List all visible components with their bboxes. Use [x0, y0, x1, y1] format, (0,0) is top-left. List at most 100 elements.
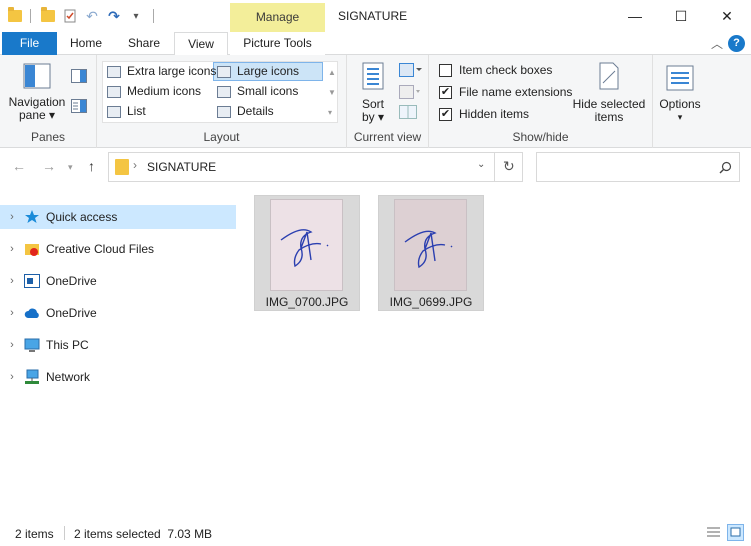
window-title: SIGNATURE: [338, 9, 408, 23]
details-view-icon[interactable]: [705, 524, 722, 541]
details-icon: [217, 105, 231, 118]
image-thumbnail: [395, 200, 466, 290]
list-icon: [107, 105, 121, 118]
signature-scribble-icon: [280, 229, 329, 268]
layout-details[interactable]: Details: [217, 102, 274, 121]
redo-icon[interactable]: ↷: [105, 7, 123, 25]
preview-pane-icon[interactable]: [71, 69, 87, 83]
chevron-right-icon[interactable]: ›: [0, 243, 24, 255]
gallery-scroll-controls[interactable]: ▲ ▼ ▾: [328, 63, 336, 123]
recent-locations-chevron-icon[interactable]: ▾: [68, 162, 73, 173]
maximize-button[interactable]: ☐: [658, 0, 704, 32]
status-selection: 2 items selected 7.03 MB: [74, 527, 213, 541]
file-name-extensions-checkbox[interactable]: ✔ File name extensions: [439, 83, 572, 101]
computer-icon: [24, 337, 40, 353]
current-view-group-label: Current view: [353, 130, 422, 144]
help-icon[interactable]: ?: [728, 35, 745, 52]
options-icon: [666, 65, 694, 91]
large-icons-view-icon[interactable]: [727, 524, 744, 541]
small-icons-icon: [217, 85, 231, 98]
checkbox-empty: [439, 63, 452, 77]
address-separator-icon: ›: [133, 158, 137, 172]
sort-by-button[interactable]: Sort by ▾: [353, 61, 393, 124]
nav-item-network[interactable]: › Network: [0, 365, 236, 389]
navigation-pane-button[interactable]: Navigation pane ▾: [6, 63, 68, 122]
ribbon-tabs: File Home Share View Picture Tools: [0, 32, 751, 56]
star-icon: [24, 209, 40, 225]
layout-list[interactable]: List: [107, 102, 146, 121]
manage-context-tab[interactable]: Manage: [230, 3, 325, 32]
size-columns-icon: [399, 105, 417, 119]
chevron-right-icon[interactable]: ›: [0, 275, 24, 287]
navigation-pane: › Quick access › Creative Cloud Files › …: [0, 200, 240, 510]
up-arrow-icon[interactable]: ↑: [88, 158, 95, 174]
tab-share[interactable]: Share: [116, 32, 172, 55]
file-tile[interactable]: IMG_0699.JPG: [378, 195, 484, 311]
layout-large-icons[interactable]: Large icons: [217, 62, 299, 81]
hide-selected-label-line2: items: [594, 110, 624, 124]
nav-item-this-pc[interactable]: › This PC: [0, 333, 236, 357]
address-divider: [494, 153, 495, 181]
folder-icon: [115, 159, 129, 175]
checkbox-checked: ✔: [439, 107, 452, 121]
chevron-right-icon[interactable]: ›: [0, 307, 24, 319]
options-button[interactable]: Options ▾: [656, 65, 704, 124]
status-separator: [64, 526, 65, 540]
address-dropdown-icon[interactable]: ⌄: [477, 159, 485, 170]
hide-selected-items-button[interactable]: Hide selected items: [571, 61, 647, 124]
title-bar: ↶ ↷ ▾ Manage SIGNATURE — ☐ ✕: [0, 0, 751, 32]
group-by-icon[interactable]: [399, 63, 423, 79]
undo-icon[interactable]: ↶: [83, 7, 101, 25]
tab-file[interactable]: File: [2, 32, 57, 55]
nav-item-onedrive[interactable]: › OneDrive: [0, 301, 236, 325]
nav-item-quick-access[interactable]: › Quick access: [0, 205, 236, 229]
tab-picture-tools[interactable]: Picture Tools: [230, 32, 325, 55]
tab-home[interactable]: Home: [60, 32, 112, 55]
forward-arrow-icon[interactable]: →: [42, 158, 56, 174]
options-label: Options: [659, 97, 701, 111]
current-view-group: Sort by ▾ Current view: [347, 55, 429, 148]
new-folder-icon[interactable]: [39, 7, 57, 25]
back-arrow-icon[interactable]: ←: [12, 158, 26, 174]
layout-group-label: Layout: [203, 130, 240, 144]
refresh-icon[interactable]: ↻: [503, 158, 515, 175]
quick-access-toolbar: ↶ ↷ ▾: [8, 6, 158, 26]
chevron-right-icon[interactable]: ›: [0, 339, 24, 351]
collapse-ribbon-icon[interactable]: ︿: [711, 35, 723, 52]
search-box[interactable]: [536, 152, 740, 182]
medium-icons-icon: [107, 85, 121, 98]
file-tile[interactable]: IMG_0700.JPG: [254, 195, 360, 311]
hide-selected-items-icon: [599, 62, 619, 90]
large-icons-icon: [217, 65, 231, 78]
options-dropdown-icon: ▾: [677, 112, 683, 122]
checkbox-checked: ✔: [439, 85, 452, 99]
minimize-button[interactable]: —: [612, 0, 658, 32]
nav-item-onedrive-folder[interactable]: › OneDrive: [0, 269, 236, 293]
chevron-right-icon[interactable]: ›: [0, 211, 24, 223]
layout-medium-icons[interactable]: Medium icons: [107, 82, 201, 101]
properties-icon[interactable]: [61, 7, 79, 25]
sort-by-dropdown: by ▾: [361, 110, 385, 124]
panes-group: Navigation pane ▾ Panes: [0, 55, 97, 148]
show-hide-group: Item check boxes ✔ File name extensions ✔…: [429, 55, 653, 148]
item-check-boxes-checkbox[interactable]: Item check boxes: [439, 61, 552, 79]
address-bar[interactable]: › SIGNATURE ⌄ ↻: [108, 152, 523, 182]
customize-toolbar-icon[interactable]: ▾: [127, 7, 145, 25]
details-pane-icon[interactable]: [71, 99, 87, 113]
hidden-items-checkbox[interactable]: ✔ Hidden items: [439, 105, 529, 123]
panes-group-label: Panes: [30, 130, 66, 144]
close-button[interactable]: ✕: [704, 0, 750, 32]
layout-extra-large-icons[interactable]: Extra large icons: [107, 62, 216, 81]
add-columns-icon: [399, 85, 421, 99]
toolbar-separator: [30, 9, 31, 23]
tab-view[interactable]: View: [174, 32, 228, 56]
layout-small-icons[interactable]: Small icons: [217, 82, 298, 101]
extra-large-icons-icon: [107, 65, 121, 78]
file-name: IMG_0700.JPG: [265, 295, 349, 309]
layout-group: Extra large icons Large icons Medium ico…: [97, 55, 347, 148]
nav-item-creative-cloud[interactable]: › Creative Cloud Files: [0, 237, 236, 261]
cloud-icon: [24, 305, 40, 321]
status-bar: 2 items 2 items selected 7.03 MB: [0, 520, 751, 546]
navigation-pane-icon: [23, 63, 51, 89]
chevron-right-icon[interactable]: ›: [0, 371, 24, 383]
